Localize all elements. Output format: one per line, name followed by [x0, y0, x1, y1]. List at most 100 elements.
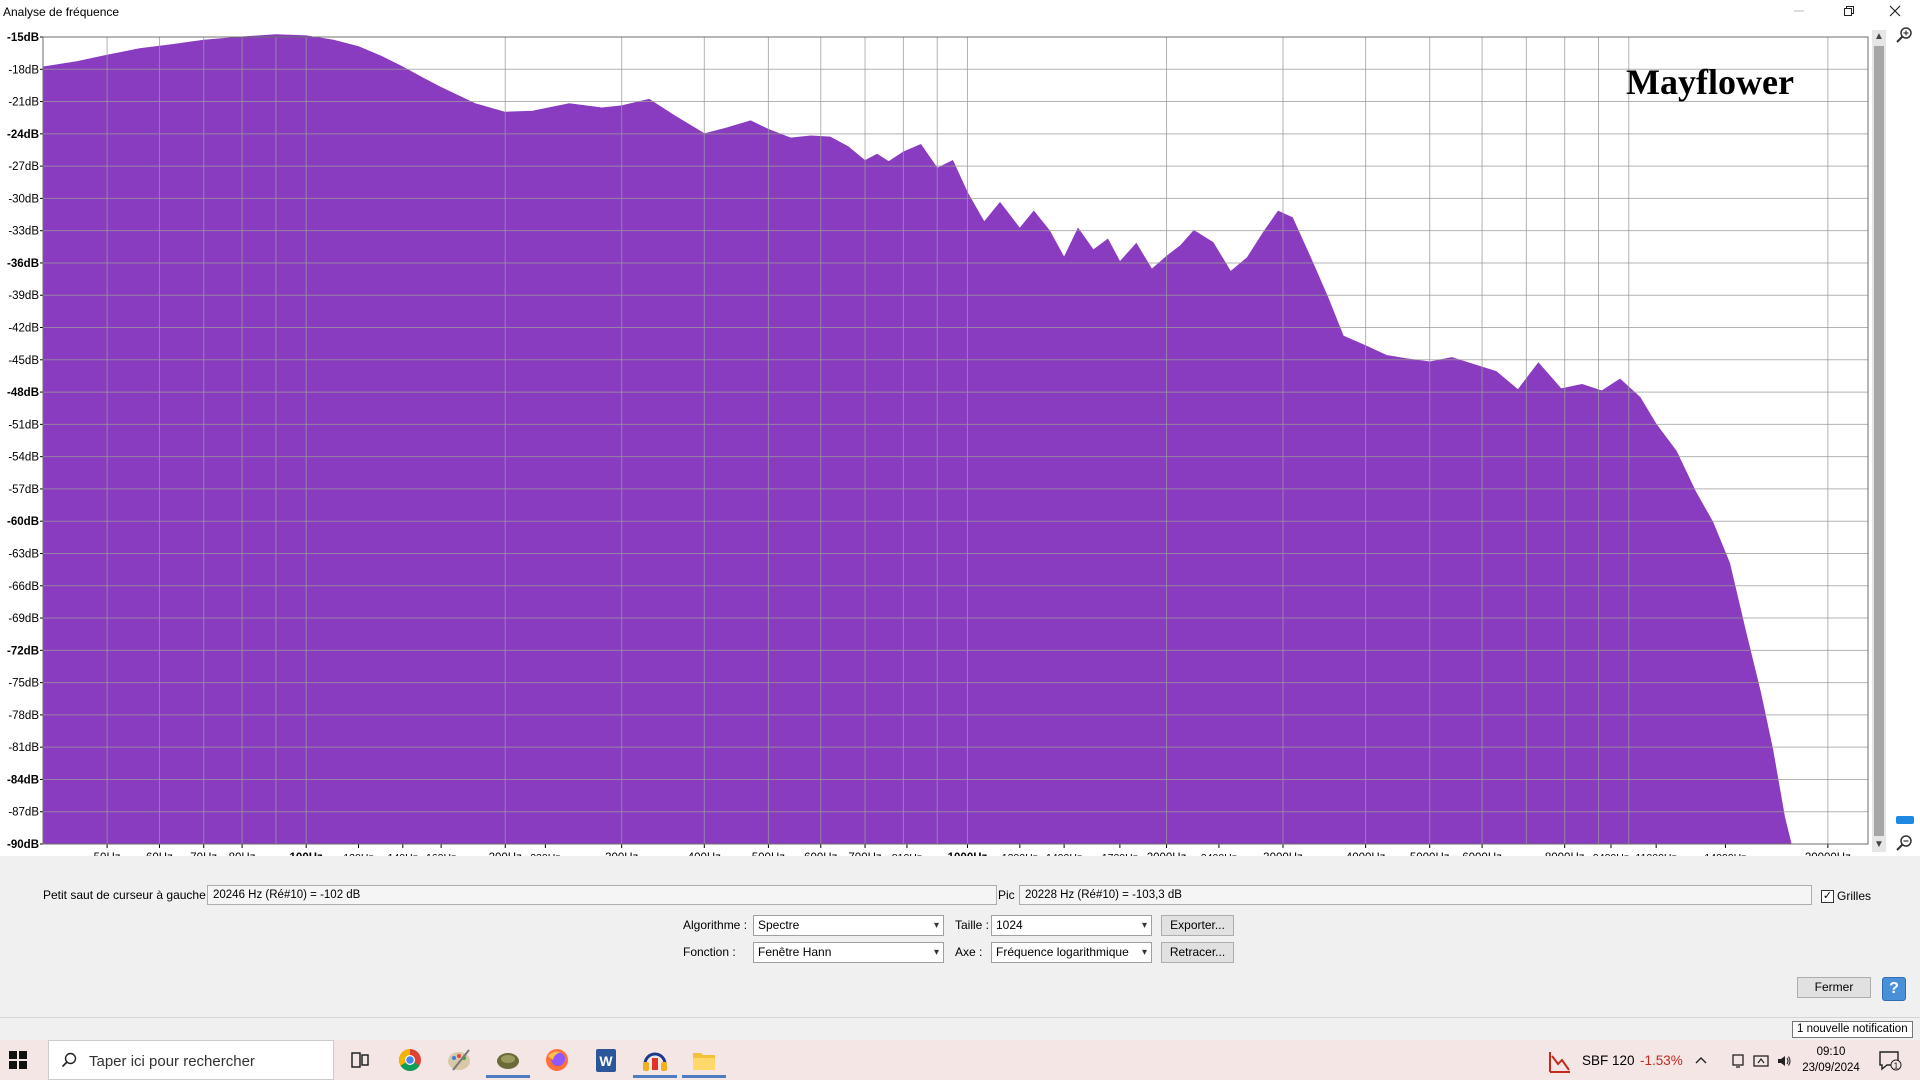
stock-change[interactable]: -1.53%: [1640, 1053, 1683, 1068]
firefox-icon[interactable]: [535, 1044, 579, 1078]
y-tick-label: -21dB: [8, 97, 39, 109]
function-select[interactable]: Fenêtre Hann ▾: [753, 942, 944, 963]
help-button[interactable]: ?: [1882, 977, 1906, 1001]
audacity-icon[interactable]: [633, 1044, 677, 1078]
chevron-down-icon: ▾: [1141, 920, 1147, 931]
y-tick-label: -15dB: [7, 32, 39, 44]
x-tick-label: 5000Hz: [1410, 852, 1450, 856]
x-tick-label: 50Hz: [94, 852, 121, 856]
chrome-icon[interactable]: [388, 1044, 432, 1078]
notification-center-icon[interactable]: 1: [1878, 1050, 1902, 1072]
y-tick-label: -27dB: [8, 161, 39, 173]
chevron-down-icon: ▾: [933, 920, 939, 931]
y-tick-label: -78dB: [8, 710, 39, 722]
close-icon[interactable]: [1872, 0, 1918, 22]
x-tick-label: 4000Hz: [1346, 852, 1386, 856]
device-icon[interactable]: [1730, 1054, 1746, 1068]
zoom-in-icon[interactable]: [1894, 26, 1914, 46]
chart-annotation: Mayflower: [1626, 62, 1794, 102]
x-tick-label: 60Hz: [146, 852, 173, 856]
network-icon[interactable]: [1753, 1054, 1769, 1068]
y-tick-label: -57dB: [8, 484, 39, 496]
spectrum-plot-area[interactable]: -15dB -18dB -21dB -24dB -27dB -30dB -33dB -36dB…: [0, 24, 1920, 856]
task-view-icon[interactable]: [338, 1044, 382, 1078]
x-tick-label: 400Hz: [688, 852, 721, 856]
peak-label: Pic :: [998, 888, 1022, 902]
size-select[interactable]: 1024 ▾: [991, 915, 1152, 936]
clock[interactable]: 09:10 23/09/2024: [1796, 1044, 1866, 1076]
y-tick-label: -18dB: [8, 64, 39, 76]
cursor-label: Petit saut de curseur à gauche :: [43, 888, 213, 902]
grid-checkbox[interactable]: ✓: [1821, 890, 1834, 903]
x-tick-label: 11000Hz: [1636, 852, 1677, 856]
y-tick-label: -45dB: [8, 355, 39, 367]
search-icon: [61, 1052, 77, 1068]
svg-text:1: 1: [1894, 1062, 1899, 1071]
search-placeholder: Taper ici pour rechercher: [89, 1053, 255, 1070]
volume-icon[interactable]: [1776, 1054, 1792, 1068]
scroll-up-icon[interactable]: ▲: [1872, 30, 1886, 44]
window-title: Analyse de fréquence: [3, 5, 120, 19]
y-tick-label: -54dB: [8, 452, 39, 464]
divider: [0, 1017, 1920, 1018]
x-tick-label: 70Hz: [190, 852, 217, 856]
grid-checkbox-label[interactable]: Grilles: [1837, 889, 1871, 903]
zoom-out-icon[interactable]: [1894, 834, 1914, 854]
y-tick-label: -75dB: [8, 678, 39, 690]
scroll-down-icon[interactable]: ▼: [1872, 838, 1886, 852]
axis-label: Axe :: [955, 945, 983, 959]
x-tick-label: 14000Hz: [1704, 852, 1746, 856]
size-label: Taille :: [955, 918, 990, 932]
file-explorer-icon[interactable]: [682, 1044, 726, 1078]
y-tick-label: -39dB: [8, 290, 39, 302]
axis-select-value: Fréquence logarithmique: [996, 945, 1129, 959]
y-tick-label: -66dB: [8, 581, 39, 593]
y-tick-label: -33dB: [8, 226, 39, 238]
minimize-icon[interactable]: [1776, 0, 1822, 22]
y-tick-label: -24dB: [7, 129, 39, 141]
vertical-scrollbar[interactable]: ▲ ▼: [1872, 30, 1886, 852]
taskbar-search-box[interactable]: Taper ici pour rechercher: [48, 1040, 334, 1080]
chevron-down-icon: ▾: [933, 947, 939, 958]
y-tick-label: -63dB: [8, 548, 39, 560]
x-tick-label: 1200Hz: [1002, 852, 1038, 856]
stock-chart-icon[interactable]: [1538, 1044, 1582, 1078]
spectrum-chart[interactable]: -15dB -18dB -21dB -24dB -27dB -30dB -33dB -36dB…: [0, 24, 1920, 856]
function-select-value: Fenêtre Hann: [758, 945, 832, 959]
title-bar: Analyse de fréquence: [0, 0, 1920, 24]
stock-name[interactable]: SBF 120: [1582, 1053, 1635, 1068]
chevron-down-icon: ▾: [1141, 947, 1147, 958]
scrollbar-thumb[interactable]: [1874, 46, 1884, 836]
x-tick-label: 9400Hz: [1593, 852, 1629, 856]
app-icon[interactable]: [486, 1044, 530, 1078]
y-tick-label: -60dB: [7, 516, 39, 528]
x-tick-label: 1700Hz: [1102, 852, 1138, 856]
y-tick-label: -81dB: [8, 742, 39, 754]
word-icon[interactable]: W: [584, 1044, 628, 1078]
x-tick-label: 1400Hz: [1046, 852, 1082, 856]
windows-start-icon[interactable]: [8, 1050, 34, 1070]
x-tick-label: 2000Hz: [1147, 852, 1187, 856]
algorithm-label: Algorithme :: [683, 918, 748, 932]
close-button[interactable]: Fermer: [1797, 977, 1871, 998]
y-tick-label: -30dB: [8, 193, 39, 205]
x-tick-label: 300Hz: [605, 852, 638, 856]
chevron-up-icon[interactable]: [1694, 1054, 1708, 1068]
x-tick-label: 230Hz: [530, 852, 560, 856]
export-button[interactable]: Exporter...: [1161, 915, 1234, 936]
x-tick-label: 20000Hz: [1805, 852, 1851, 856]
axis-select[interactable]: Fréquence logarithmique ▾: [991, 942, 1152, 963]
x-tick-label: 810Hz: [892, 852, 922, 856]
size-select-value: 1024: [996, 918, 1023, 932]
clock-date: 23/09/2024: [1802, 1062, 1860, 1074]
algorithm-select[interactable]: Spectre ▾: [753, 915, 944, 936]
replot-button[interactable]: Retracer...: [1161, 942, 1234, 963]
restore-icon[interactable]: [1826, 0, 1872, 22]
notification-toast[interactable]: 1 nouvelle notification: [1792, 1021, 1913, 1038]
y-tick-label: -84dB: [7, 774, 39, 786]
paint-icon[interactable]: [437, 1044, 481, 1078]
x-tick-label: 200Hz: [489, 852, 522, 856]
x-tick-label: 6000Hz: [1462, 852, 1502, 856]
zoom-slider-handle[interactable]: [1896, 816, 1914, 824]
taskbar: Taper ici pour rechercher W SBF 120 -1.5…: [0, 1040, 1920, 1080]
